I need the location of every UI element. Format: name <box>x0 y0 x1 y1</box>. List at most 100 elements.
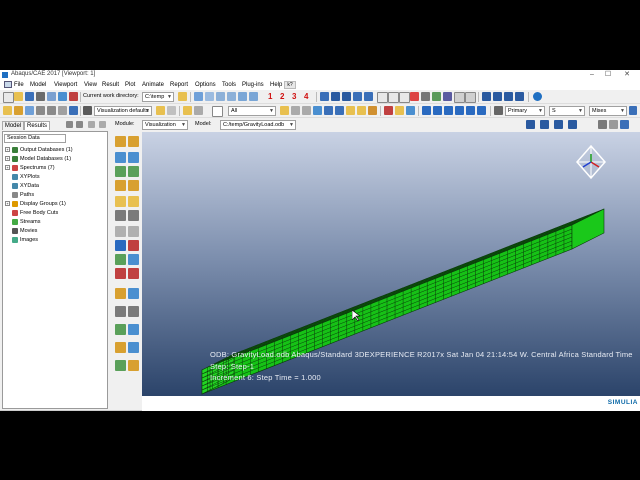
replace-selected-icon[interactable] <box>115 324 126 335</box>
info-icon[interactable] <box>533 92 542 101</box>
play-icon[interactable] <box>504 92 513 101</box>
menu-view[interactable]: View <box>84 82 97 88</box>
apply-icon[interactable] <box>156 106 165 115</box>
display-color-icon[interactable] <box>357 106 366 115</box>
expand-icon[interactable]: + <box>5 165 10 171</box>
sweep-icon[interactable] <box>128 360 139 371</box>
color-code-red-icon[interactable] <box>384 106 393 115</box>
image-options-icon[interactable] <box>388 92 399 103</box>
field-output-1-button[interactable]: 1 <box>268 92 272 101</box>
module-combo[interactable]: Visualization ▼ <box>142 120 188 130</box>
shaded-edges-icon[interactable] <box>364 92 373 101</box>
replace-icon[interactable] <box>280 106 289 115</box>
mesh-icon[interactable] <box>443 92 452 101</box>
field-output-3-button[interactable]: 3 <box>292 92 296 101</box>
step-frame-icon[interactable] <box>128 196 139 207</box>
field-output-2-button[interactable]: 2 <box>280 92 284 101</box>
view-bottom-icon[interactable] <box>249 92 258 101</box>
wireframe-icon[interactable] <box>331 92 340 101</box>
view-cube-icon[interactable] <box>205 92 214 101</box>
tree-item-xyplots[interactable]: XYPlots <box>12 173 40 181</box>
abc-text-icon[interactable] <box>377 92 388 103</box>
new-file-icon[interactable] <box>3 92 14 103</box>
hidden-icon[interactable] <box>342 92 351 101</box>
print-preview-icon[interactable] <box>47 92 56 101</box>
field-settings-icon[interactable] <box>629 106 637 115</box>
field-output-dialog-icon[interactable] <box>115 196 126 207</box>
grid-icon[interactable] <box>432 92 441 101</box>
create-path-icon[interactable] <box>115 240 126 251</box>
tree-item-images[interactable]: Images <box>12 236 38 244</box>
display-group-tool-icon[interactable] <box>115 306 126 317</box>
display-options-icon[interactable] <box>368 106 377 115</box>
primary-variable-combo[interactable]: Primary ▼ <box>505 106 545 116</box>
plot-deformed-icon[interactable] <box>128 136 139 147</box>
tree-item-streams[interactable]: Streams <box>12 218 40 226</box>
expand-icon[interactable]: + <box>5 156 10 162</box>
field-output-4-button[interactable]: 4 <box>304 92 308 101</box>
add-icon[interactable] <box>291 106 300 115</box>
settings-icon[interactable] <box>69 106 78 115</box>
view-back-icon[interactable] <box>227 92 236 101</box>
replace-all-icon[interactable] <box>313 106 322 115</box>
stream-tool-icon[interactable] <box>115 254 126 265</box>
step-first-icon[interactable] <box>526 120 535 129</box>
symbol-plot-icon[interactable] <box>128 152 139 163</box>
menu-result[interactable]: Result <box>102 82 119 88</box>
print-icon[interactable] <box>36 92 45 101</box>
display-body-icon[interactable] <box>465 92 476 103</box>
tree-item-output-databases[interactable]: + Output Databases (1) <box>5 146 73 154</box>
field-variable-combo[interactable]: S ▼ <box>549 106 585 116</box>
expand-icon[interactable]: + <box>5 201 10 207</box>
superimpose-icon[interactable] <box>25 106 34 115</box>
redo-icon[interactable] <box>47 106 56 115</box>
menu-animate[interactable]: Animate <box>142 82 164 88</box>
view-cut-icon[interactable] <box>128 254 139 265</box>
arrow-tool-icon[interactable] <box>410 92 419 101</box>
animation-options-icon[interactable] <box>620 120 629 129</box>
tree-item-xydata[interactable]: XYData <box>12 182 39 190</box>
viewport[interactable]: Y X Z ODB: GravityLoad.odb Abaqus/Standa… <box>142 132 640 410</box>
menu-help[interactable]: Help <box>270 82 282 88</box>
minimize-button[interactable]: – <box>585 70 599 80</box>
shaded-icon[interactable] <box>353 92 362 101</box>
model-combo[interactable]: C:/temp/GravityLoad.odb ▼ <box>220 120 296 130</box>
tree-item-model-databases[interactable]: + Model Databases (1) <box>5 155 71 163</box>
reset-icon[interactable] <box>167 106 176 115</box>
view-front-icon[interactable] <box>216 92 225 101</box>
movie-icon[interactable] <box>609 120 618 129</box>
color-code-icon[interactable] <box>454 92 465 103</box>
close-button[interactable]: ✕ <box>620 70 634 80</box>
cae-menu-icon[interactable] <box>4 81 12 88</box>
show-all-icon[interactable] <box>128 324 139 335</box>
first-frame-icon[interactable] <box>482 92 491 101</box>
last-frame-icon[interactable] <box>515 92 524 101</box>
select-pointer-icon[interactable] <box>212 106 223 117</box>
display-group-icon[interactable] <box>194 106 203 115</box>
line-tool-icon[interactable] <box>421 92 430 101</box>
work-dir-combo[interactable]: C:\temp ▼ <box>142 92 174 102</box>
tree-item-paths[interactable]: Paths <box>12 191 34 199</box>
menu-model[interactable]: Model <box>30 82 46 88</box>
common-plot-options-icon[interactable] <box>115 210 126 221</box>
overlay-icon[interactable] <box>115 360 126 371</box>
tree-item-spectrums[interactable]: + Spectrums (7) <box>5 164 55 172</box>
menu-plug-ins[interactable]: Plug-ins <box>242 82 264 88</box>
maximize-button[interactable]: ☐ <box>601 70 615 80</box>
rotate-icon[interactable] <box>433 106 442 115</box>
viewport-icon[interactable] <box>58 92 67 101</box>
invariant-combo[interactable]: Mises ▼ <box>589 106 627 116</box>
magnify-icon[interactable] <box>444 106 453 115</box>
menu-file[interactable]: File <box>14 82 24 88</box>
color-code-tool-icon[interactable] <box>115 342 126 353</box>
color-code-blue-icon[interactable] <box>406 106 415 115</box>
xy-plot-icon[interactable] <box>128 226 139 237</box>
zoom-box-icon[interactable] <box>455 106 464 115</box>
tree-expand-icon[interactable] <box>88 121 95 128</box>
allow-multiple-icon[interactable] <box>128 166 139 177</box>
menu-viewport[interactable]: Viewport <box>54 82 77 88</box>
layer-icon[interactable] <box>128 342 139 353</box>
remove-icon[interactable] <box>302 106 311 115</box>
group-icon[interactable] <box>183 106 192 115</box>
tree-filter-icon[interactable] <box>66 121 73 128</box>
